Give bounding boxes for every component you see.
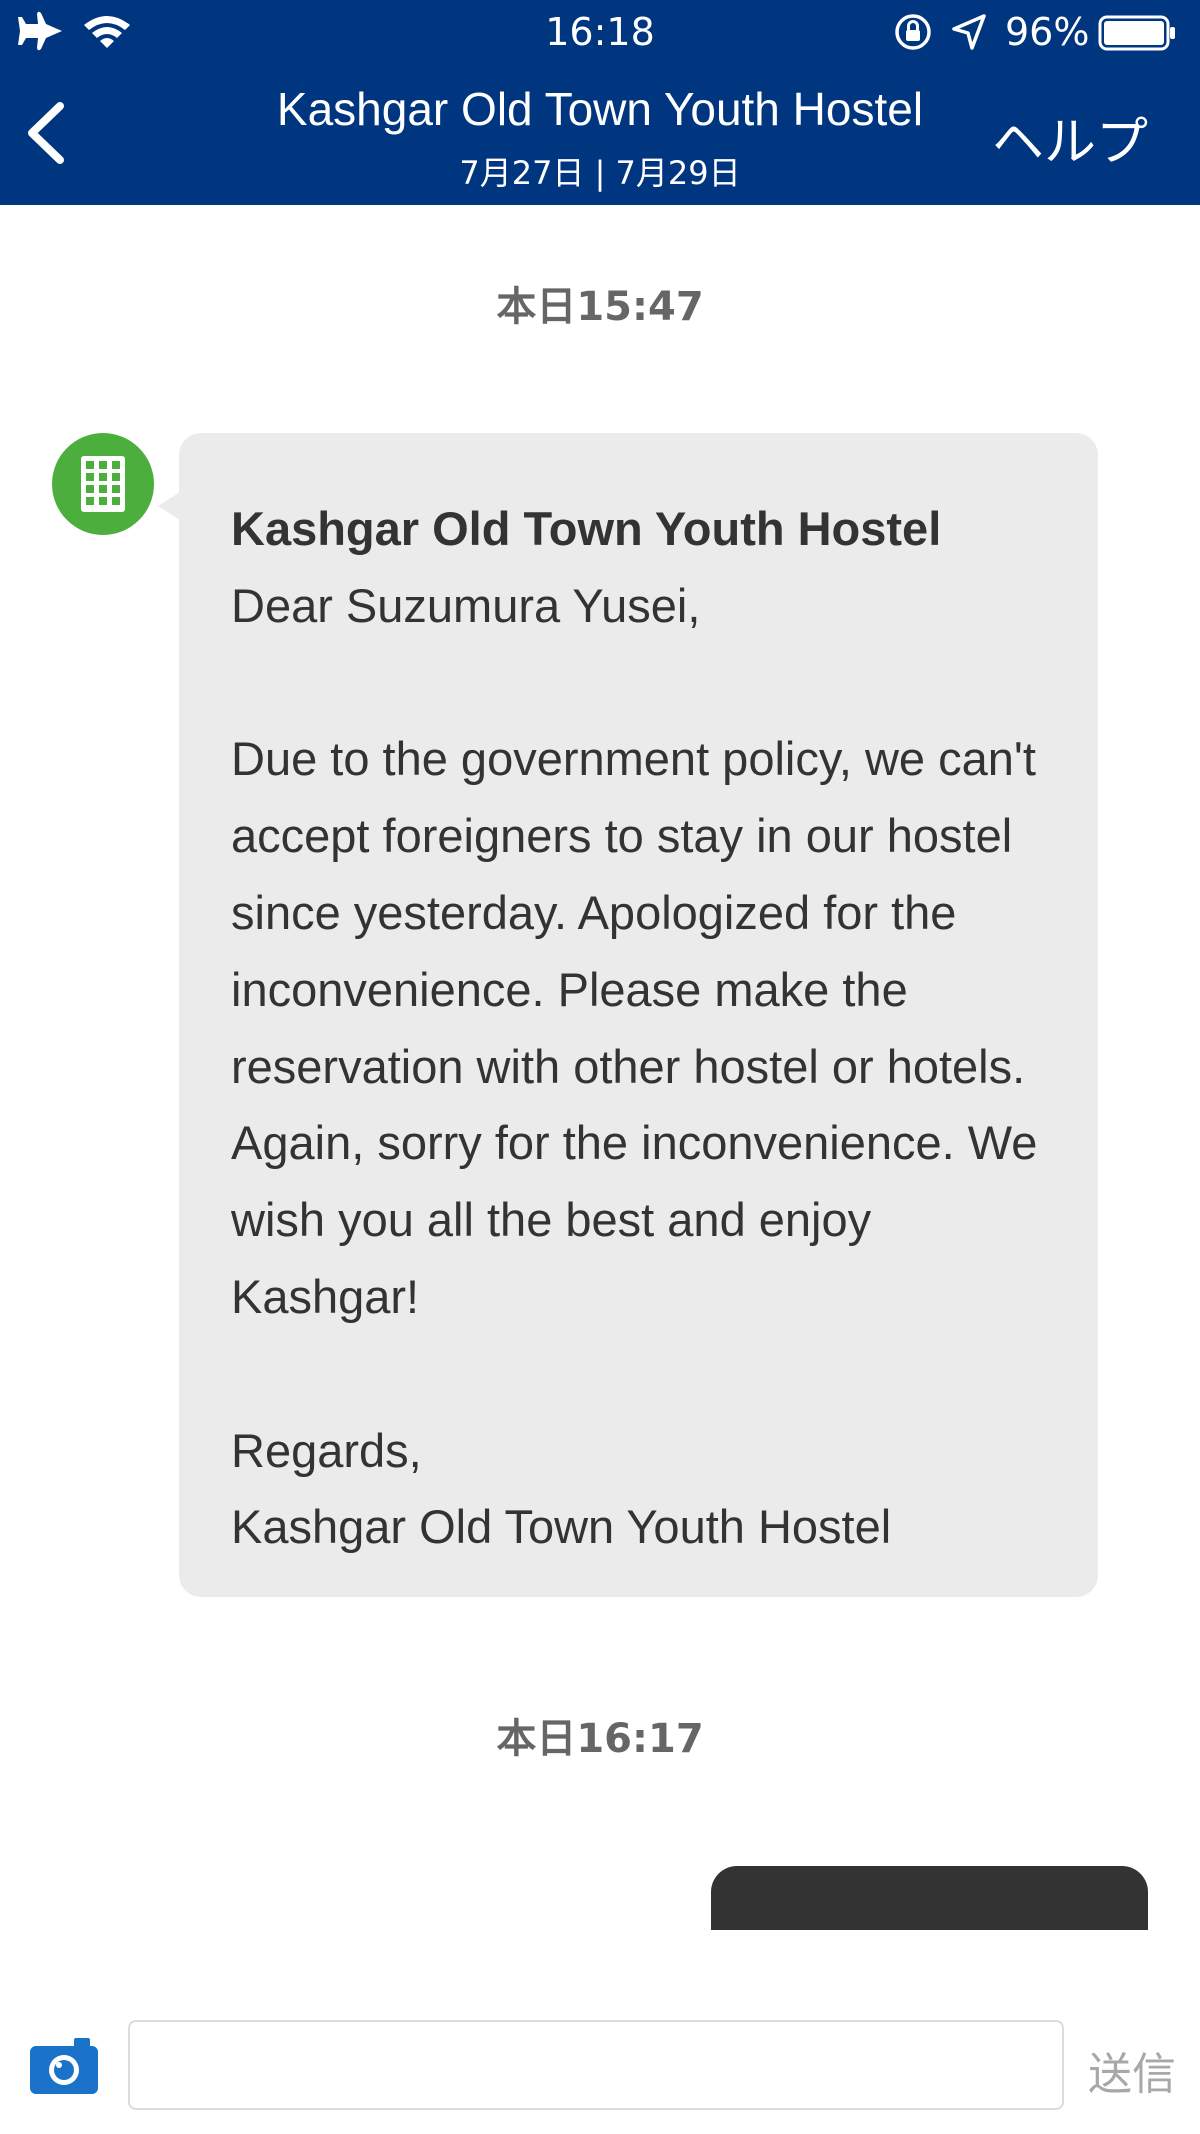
- battery-percent: 96%: [1005, 10, 1090, 54]
- back-chevron-icon[interactable]: [20, 98, 70, 168]
- received-message-bubble: Kashgar Old Town Youth Hostel Dear Suzum…: [179, 433, 1098, 1597]
- battery-icon: [1098, 15, 1175, 51]
- message-timestamp: 本日16:17: [496, 1716, 704, 1762]
- orientation-lock-icon: [895, 14, 931, 50]
- message-body: Dear Suzumura Yusei, Due to the governme…: [231, 578, 1038, 1554]
- stay-dates: 7月27日 | 7月29日: [459, 154, 741, 192]
- camera-icon[interactable]: [28, 2036, 100, 2096]
- hotel-avatar: [52, 433, 154, 535]
- message-timestamp: 本日15:47: [496, 284, 704, 330]
- hotel-title: Kashgar Old Town Youth Hostel: [276, 83, 924, 135]
- help-button[interactable]: ヘルプ: [992, 100, 1148, 175]
- location-arrow-icon: [952, 14, 986, 50]
- app-header: 16:18 96% Kashgar Old Town Youth Hostel …: [0, 0, 1200, 205]
- bubble-tail: [158, 492, 180, 520]
- message-sender: Kashgar Old Town Youth Hostel: [231, 502, 942, 555]
- send-button[interactable]: 送信: [1088, 2038, 1176, 2102]
- building-icon: [81, 456, 125, 512]
- sent-message-bubble: [711, 1866, 1148, 1936]
- status-bar: 16:18 96%: [0, 0, 1200, 64]
- message-input[interactable]: [128, 2020, 1064, 2110]
- message-composer: 送信: [0, 1930, 1200, 2134]
